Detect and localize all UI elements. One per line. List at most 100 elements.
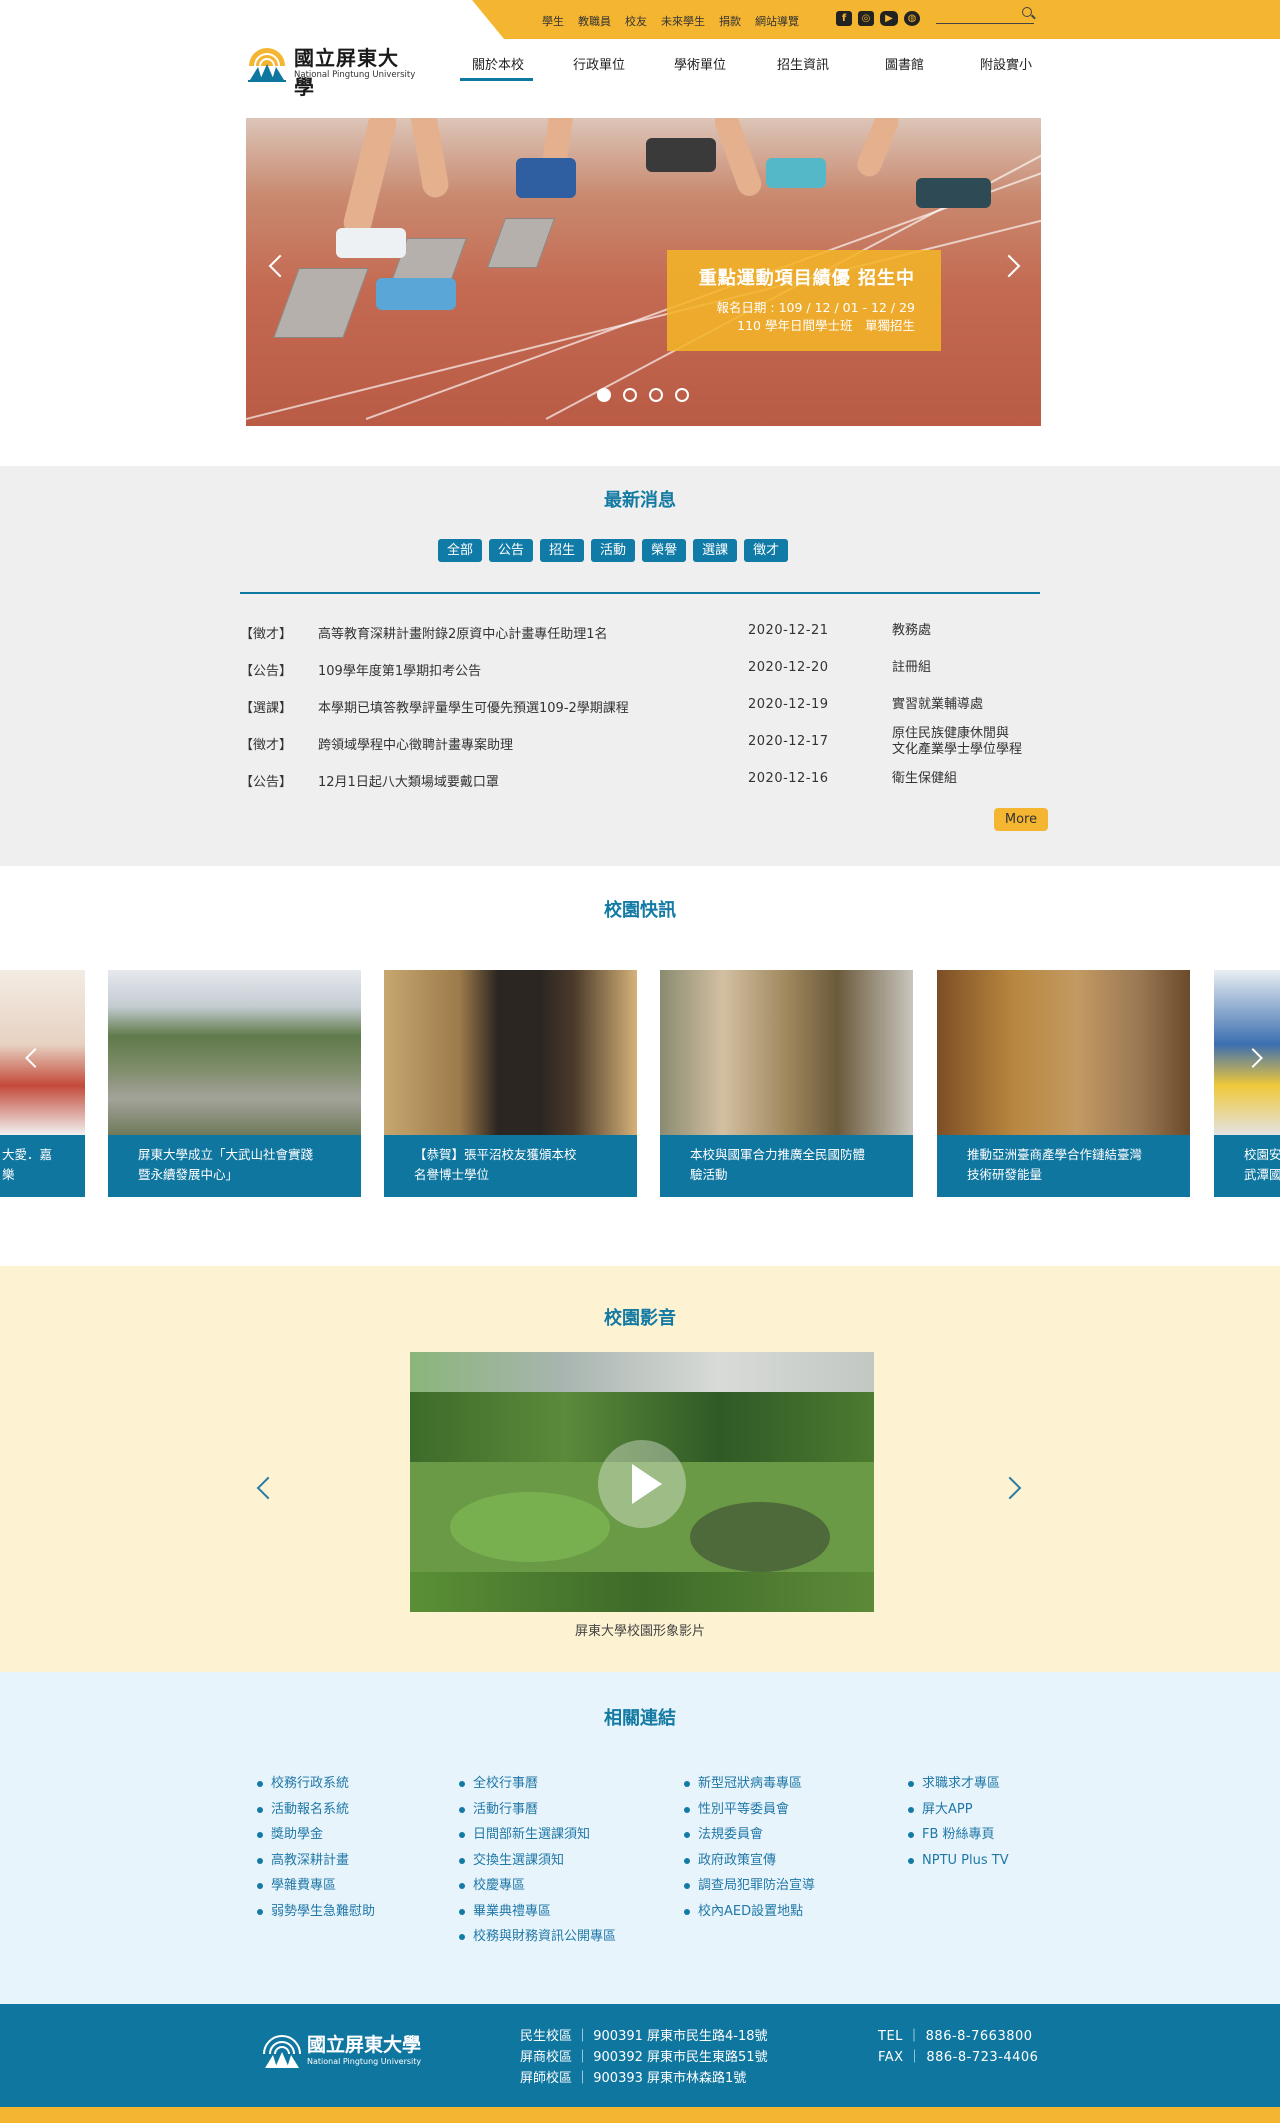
runner-leg xyxy=(853,118,903,180)
link-item[interactable]: 獎助學金 xyxy=(257,1822,375,1848)
link-item[interactable]: 法規委員會 xyxy=(684,1822,815,1848)
footer-logo-chinese-name: 國立屏東大學 xyxy=(307,2034,422,2056)
globe-icon[interactable]: ◍ xyxy=(904,11,920,26)
youtube-icon[interactable]: ▶ xyxy=(880,11,898,26)
links-column-1: 校務行政系統 活動報名系統 獎助學金 高教深耕計畫 學雜費專區 弱勢學生急難慰助 xyxy=(257,1771,375,1924)
utility-link-students[interactable]: 學生 xyxy=(542,13,564,29)
news-row[interactable]: 【徵才】 高等教育深耕計畫附錄2原資中心計畫專任助理1名 2020-12-21 … xyxy=(240,623,1050,643)
link-item[interactable]: 活動行事曆 xyxy=(459,1797,616,1823)
news-tab-announcement[interactable]: 公告 xyxy=(489,539,534,562)
campus-video-section: 校園影音 屏東大學校園形象影片 xyxy=(0,1266,1280,1672)
utility-link-staff[interactable]: 教職員 xyxy=(578,13,611,29)
play-icon[interactable] xyxy=(598,1440,686,1528)
nav-library[interactable]: 圖書館 xyxy=(885,54,924,73)
link-item[interactable]: 校務與財務資訊公開專區 xyxy=(459,1924,616,1950)
utility-links: 學生 教職員 校友 未來學生 捐款 網站導覽 xyxy=(542,13,813,29)
link-item[interactable]: FB 粉絲專頁 xyxy=(908,1822,1009,1848)
news-tab-honor[interactable]: 榮譽 xyxy=(642,539,687,562)
nav-admissions[interactable]: 招生資訊 xyxy=(777,54,829,73)
news-title: 最新消息 xyxy=(604,490,676,511)
instagram-icon[interactable]: ◎ xyxy=(858,11,874,26)
news-row[interactable]: 【公告】 12月1日起八大類場域要戴口罩 2020-12-16 衛生保健組 xyxy=(240,771,1050,791)
campus-news-card[interactable]: 校園安 武潭國 xyxy=(1214,970,1280,1197)
social-links: f ◎ ▶ ◍ xyxy=(836,11,920,26)
utility-link-future-students[interactable]: 未來學生 xyxy=(661,13,705,29)
runner-leg xyxy=(711,118,765,200)
video-next-arrow-icon[interactable] xyxy=(998,1476,1022,1500)
campus-news-card[interactable]: 本校與國軍合力推廣全民國防體 驗活動 xyxy=(660,970,913,1197)
phone-number: TEL ｜ 886-8-7663800 xyxy=(878,2029,1033,2044)
link-item[interactable]: 畢業典禮專區 xyxy=(459,1899,616,1925)
news-tab-recruit[interactable]: 徵才 xyxy=(744,539,789,562)
nav-affiliated-school[interactable]: 附設實小 xyxy=(980,54,1032,73)
utility-link-donate[interactable]: 捐款 xyxy=(719,13,741,29)
news-more-button[interactable]: More xyxy=(994,808,1048,831)
news-row[interactable]: 【徵才】 跨領域學程中心徵聘計畫專案助理 2020-12-17 原住民族健康休閒… xyxy=(240,726,1050,757)
nav-about[interactable]: 關於本校 xyxy=(472,54,524,73)
hero-prev-arrow-icon[interactable] xyxy=(268,254,292,278)
search-input[interactable] xyxy=(936,7,1034,24)
runner-leg xyxy=(407,118,451,200)
facebook-icon[interactable]: f xyxy=(836,11,852,26)
link-item[interactable]: 調查局犯罪防治宣導 xyxy=(684,1873,815,1899)
link-item[interactable]: 政府政策宣傳 xyxy=(684,1848,815,1874)
hero-dot-4[interactable] xyxy=(675,388,689,402)
link-item[interactable]: 校務行政系統 xyxy=(257,1771,375,1797)
link-item[interactable]: 高教深耕計畫 xyxy=(257,1848,375,1874)
link-item[interactable]: 求職求才專區 xyxy=(908,1771,1009,1797)
nav-administration[interactable]: 行政單位 xyxy=(573,54,625,73)
link-item[interactable]: 日間部新生選課須知 xyxy=(459,1822,616,1848)
news-tab-course[interactable]: 選課 xyxy=(693,539,738,562)
video-prev-arrow-icon[interactable] xyxy=(256,1476,280,1500)
news-headline[interactable]: 12月1日起八大類場域要戴口罩 xyxy=(318,771,499,790)
news-tab-admission[interactable]: 招生 xyxy=(540,539,585,562)
campus-news-card[interactable]: 屏東大學成立「大武山社會實踐 暨永續發展中心」 xyxy=(108,970,361,1197)
news-row[interactable]: 【公告】 109學年度第1學期扣考公告 2020-12-20 註冊組 xyxy=(240,660,1050,680)
link-item[interactable]: 性別平等委員會 xyxy=(684,1797,815,1823)
link-item[interactable]: 新型冠狀病毒專區 xyxy=(684,1771,815,1797)
link-item[interactable]: 活動報名系統 xyxy=(257,1797,375,1823)
campus-news-card[interactable]: 【恭賀】張平沼校友獲頒本校 名譽博士學位 xyxy=(384,970,637,1197)
video-player[interactable] xyxy=(410,1352,874,1612)
news-headline[interactable]: 高等教育深耕計畫附錄2原資中心計畫專任助理1名 xyxy=(318,623,608,642)
search-icon[interactable] xyxy=(1022,7,1032,17)
sunrise-logo-icon xyxy=(248,48,286,82)
news-date: 2020-12-20 xyxy=(748,660,829,675)
news-date: 2020-12-19 xyxy=(748,697,829,712)
hero-dot-2[interactable] xyxy=(623,388,637,402)
footer-sunrise-logo-icon xyxy=(263,2035,301,2068)
news-tab-all[interactable]: 全部 xyxy=(438,539,483,562)
hero-dot-3[interactable] xyxy=(649,388,663,402)
video-thumbnail-bottom xyxy=(410,1572,874,1612)
link-item[interactable]: 屏大APP xyxy=(908,1797,1009,1823)
news-tab-event[interactable]: 活動 xyxy=(591,539,636,562)
site-logo[interactable]: 國立屏東大學 National Pingtung University xyxy=(246,38,415,99)
link-item[interactable]: 校慶專區 xyxy=(459,1873,616,1899)
link-item[interactable]: 全校行事曆 xyxy=(459,1771,616,1797)
link-item[interactable]: 弱勢學生急難慰助 xyxy=(257,1899,375,1925)
links-column-2: 全校行事曆 活動行事曆 日間部新生選課須知 交換生選課須知 校慶專區 畢業典禮專… xyxy=(459,1771,616,1950)
campus-news-card[interactable]: 推動亞洲臺商產學合作鏈結臺灣 技術研發能量 xyxy=(937,970,1190,1197)
hero-caption[interactable]: 重點運動項目績優 招生中 報名日期 : 109 / 12 / 01 - 12 /… xyxy=(667,250,941,351)
footer-logo[interactable]: 國立屏東大學 National Pingtung University xyxy=(261,2028,421,2072)
related-links-title: 相關連結 xyxy=(604,1708,676,1729)
hero-dot-1[interactable] xyxy=(597,388,611,402)
news-row[interactable]: 【選課】 本學期已填答教學評量學生可優先預選109-2學期課程 2020-12-… xyxy=(240,697,1050,717)
link-item[interactable]: 交換生選課須知 xyxy=(459,1848,616,1874)
utility-link-sitemap[interactable]: 網站導覽 xyxy=(755,13,799,29)
link-item[interactable]: 校內AED設置地點 xyxy=(684,1899,815,1925)
campus-news-card[interactable]: 大愛．嘉樂 xyxy=(0,970,85,1197)
runner-leg xyxy=(340,118,400,240)
link-item[interactable]: 學雜費專區 xyxy=(257,1873,375,1899)
news-headline[interactable]: 本學期已填答教學評量學生可優先預選109-2學期課程 xyxy=(318,697,629,716)
hero-next-arrow-icon[interactable] xyxy=(997,254,1021,278)
nav-academics[interactable]: 學術單位 xyxy=(674,54,726,73)
link-item[interactable]: NPTU Plus TV xyxy=(908,1848,1009,1874)
card-photo xyxy=(660,970,913,1135)
utility-link-alumni[interactable]: 校友 xyxy=(625,13,647,29)
card-caption-line: 大愛．嘉樂 xyxy=(2,1147,53,1182)
links-column-3: 新型冠狀病毒專區 性別平等委員會 法規委員會 政府政策宣傳 調查局犯罪防治宣導 … xyxy=(684,1771,815,1924)
news-headline[interactable]: 跨領域學程中心徵聘計畫專案助理 xyxy=(318,734,513,753)
hero-subtitle: 110 學年日間學士班 單獨招生 xyxy=(737,318,915,333)
news-headline[interactable]: 109學年度第1學期扣考公告 xyxy=(318,660,481,679)
